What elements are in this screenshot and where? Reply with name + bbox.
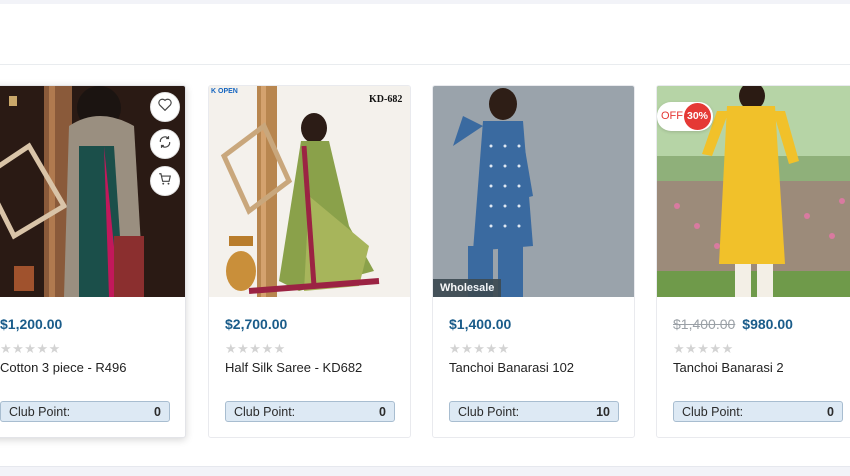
club-point-label: Club Point: [682,405,744,419]
rating-stars: ★★★★★ [673,341,734,356]
product-card-1[interactable]: $1,200.00 ★★★★★ Cotton 3 piece - R496 Cl… [0,85,186,438]
section-header [0,4,850,65]
discount-badge: OFF 30% [657,102,713,131]
club-point-value: 0 [379,405,386,419]
compare-button[interactable] [150,129,180,159]
old-price: $1,400.00 [673,316,736,332]
product-name[interactable]: Half Silk Saree - KD682 [225,360,362,375]
discount-percent: 30% [684,103,711,130]
club-point-label: Club Point: [458,405,520,419]
rating-stars: ★★★★★ [225,341,286,356]
product-card-4[interactable]: OFF 30% $1,400.00 $980.00 ★★★★★ Tanchoi B… [656,85,850,438]
image-code-tag: KD-682 [369,94,403,105]
wishlist-button[interactable] [150,92,180,122]
club-point-box: Club Point: 0 [0,401,170,422]
product-price: $1,200.00 [0,316,63,332]
brand-logo: K OPEN [211,88,238,95]
product-card-3[interactable]: Wholesale $1,400.00 ★★★★★ Tanchoi Banara… [432,85,635,438]
club-point-value: 0 [154,405,161,419]
club-point-label: Club Point: [234,405,296,419]
product-card-2[interactable]: K OPEN KD-682 $2,700.00 ★★★★★ Half Silk … [208,85,411,438]
club-point-box: Club Point: 0 [673,401,843,422]
club-point-box: Club Point: 0 [225,401,395,422]
product-actions [150,92,182,203]
product-price: $2,700.00 [225,316,288,332]
wholesale-badge: Wholesale [433,279,502,297]
sale-price: $980.00 [742,316,793,332]
club-point-value: 10 [596,405,610,419]
rating-stars: ★★★★★ [449,341,510,356]
product-image-4[interactable]: OFF 30% [657,86,850,297]
product-name[interactable]: Tanchoi Banarasi 2 [673,360,784,375]
compare-icon [158,135,172,154]
club-point-label: Club Point: [9,405,71,419]
cart-icon [158,172,172,191]
product-name[interactable]: Tanchoi Banarasi 102 [449,360,574,375]
club-point-box: Club Point: 10 [449,401,619,422]
club-point-value: 0 [827,405,834,419]
product-name[interactable]: Cotton 3 piece - R496 [0,360,126,375]
heart-icon [158,98,172,116]
discount-off-label: OFF [661,110,683,122]
rating-stars: ★★★★★ [0,341,61,356]
product-price: $1,400.00 $980.00 [673,316,793,332]
product-price: $1,400.00 [449,316,512,332]
product-image-2[interactable]: K OPEN KD-682 [209,86,410,297]
add-to-cart-button[interactable] [150,166,180,196]
product-image-3[interactable]: Wholesale [433,86,634,297]
